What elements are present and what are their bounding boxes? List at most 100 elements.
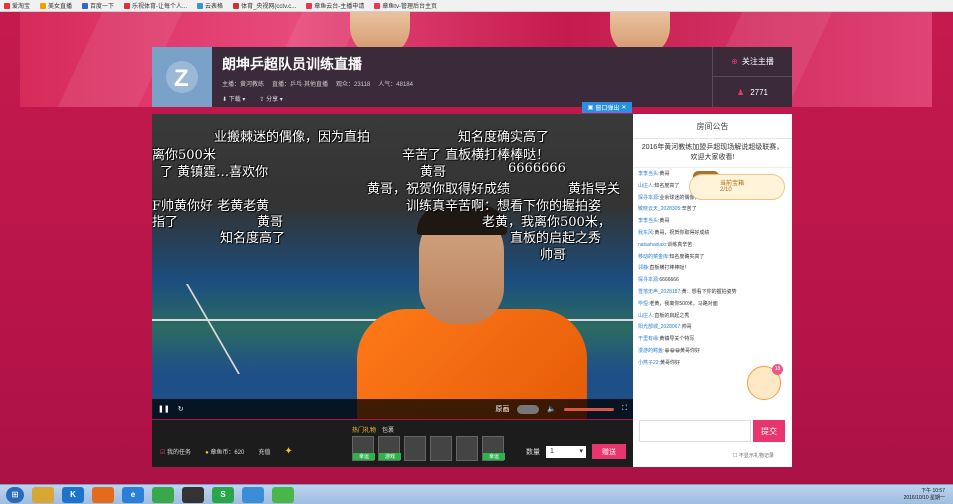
chevron-down-icon: ▾ [579, 448, 583, 455]
host-name[interactable]: 主播：黄河教练 [222, 79, 264, 88]
refresh-icon[interactable]: ↻ [178, 405, 184, 413]
chat-username[interactable]: 探寻本源: [638, 277, 659, 283]
chat-text: 黄：想看下你的握拍姿势 [681, 288, 737, 295]
pause-icon[interactable]: ❚❚ [158, 405, 170, 413]
chat-text: 知名度确实高了 [669, 253, 705, 260]
chat-username[interactable]: 毕恒: [638, 301, 649, 307]
cctv-icon [233, 2, 240, 9]
treasure-box[interactable]: 当前宝箱 2/10 [689, 174, 785, 200]
gift-promo-icon[interactable]: ✦ [284, 446, 292, 457]
chat-username[interactable]: 李李当头: [638, 218, 659, 224]
chat-text: 黄哥 [659, 218, 670, 225]
zhangyu-logo-icon: Z [166, 61, 198, 93]
danmaku-toggle[interactable] [517, 404, 540, 414]
gift-item[interactable] [456, 436, 478, 461]
chat-username[interactable]: 移动的菜金库: [638, 254, 669, 260]
chat-input[interactable] [639, 420, 751, 442]
chat-username[interactable]: 阳光部城_2028067: [638, 324, 682, 330]
chat-text: 黄镇导关个特写 [659, 336, 695, 343]
volume-slider[interactable] [564, 407, 615, 411]
chat-message: 探寻本源:6666666 [638, 275, 787, 287]
bookmark-item[interactable]: 体育_央视网(cctv.c... [233, 1, 296, 10]
share-label: 分享 [266, 97, 279, 103]
popout-window-button[interactable]: ▣ 窗口弹出 ✕ [582, 102, 632, 113]
ie-icon[interactable]: e [122, 486, 144, 503]
app-k-icon[interactable]: K [62, 486, 84, 503]
firefox-icon[interactable] [92, 486, 114, 503]
gift-tag: 幸运 [353, 453, 375, 460]
browser-icon[interactable] [242, 486, 264, 503]
tab-hot-gifts[interactable]: 热门礼物 [352, 425, 376, 434]
gift-item[interactable]: 幸运 [352, 436, 375, 461]
danmaku-comment: 知名度确实高了 [458, 130, 550, 145]
window-icon: ▣ [587, 105, 594, 111]
recharge-link[interactable]: 充值 [258, 447, 270, 456]
chat-send-button[interactable]: 提交 [753, 420, 785, 442]
gift-list: 幸运 游戏 幸运 [352, 436, 505, 461]
share-button[interactable]: ⇪ 分享 ▾ [259, 94, 282, 103]
gift-item[interactable] [430, 436, 452, 461]
chat-text: 老黄，我离你500米，马路对面 [649, 300, 718, 307]
quantity-select[interactable]: 1 ▾ [546, 446, 586, 458]
volume-icon[interactable]: 🔈 [547, 405, 556, 413]
sidebar-title: 房间公告 [633, 114, 792, 139]
bookmark-label: 百度一下 [90, 4, 115, 10]
explorer-icon[interactable] [32, 486, 54, 503]
wechat-icon[interactable] [272, 486, 294, 503]
hide-gift-record-checkbox[interactable]: ☐ 不显示礼物记录 [733, 452, 774, 459]
chat-username[interactable]: 我东风: [638, 230, 654, 236]
tab-package[interactable]: 包裹 [382, 425, 394, 434]
gift-tag: 幸运 [483, 453, 505, 460]
bookmark-item[interactable]: 乐视体育-让每个人... [124, 1, 187, 10]
chat-username[interactable]: 小燕子22: [638, 360, 660, 366]
gift-item[interactable]: 游戏 [378, 436, 401, 461]
bookmark-label: 体育_央视网(cctv.c... [241, 4, 297, 10]
fullscreen-icon[interactable]: ⛶ [622, 405, 627, 413]
viewer-count: 观众：23118 [336, 82, 371, 88]
chat-username[interactable]: 李李当头: [638, 171, 659, 177]
chat-username[interactable]: natashaxiaxi: [638, 242, 667, 248]
chat-username[interactable]: 探寻本源: [638, 195, 659, 201]
bookmark-item[interactable]: 章鱼云台-主播申请 [306, 1, 364, 10]
start-icon[interactable]: ⊞ [6, 486, 24, 503]
chat-text: 黄哥 [659, 171, 670, 177]
star-reward-icon[interactable]: 18 [747, 364, 783, 400]
chat-username[interactable]: 敏晓云天_2028305: [638, 206, 682, 212]
download-button[interactable]: ⬇ 下载 ▾ [222, 94, 245, 103]
app-s-icon[interactable]: S [212, 486, 234, 503]
bookmark-item[interactable]: 云表格 [197, 1, 223, 10]
my-task-label: 我的任务 [167, 450, 192, 456]
bookmark-item[interactable]: 爱淘宝 [4, 1, 30, 10]
gift-item[interactable] [404, 436, 426, 461]
bookmark-item[interactable]: 美女直播 [40, 1, 72, 10]
room-channel[interactable]: 直播：乒乓·其他直播 [272, 79, 328, 88]
chat-message: 李李当头:黄哥 [638, 216, 787, 228]
bookmark-item[interactable]: 百度一下 [82, 1, 114, 10]
video-player[interactable]: 业搬棘迷的偶像，因为直拍 知名度确实高了 离你500米 辛苦了 直板横打棒棒哒！… [152, 114, 633, 419]
chat-text: 黄哥你好 [659, 359, 680, 366]
chrome-icon[interactable] [152, 486, 174, 503]
gift-item[interactable]: 幸运 [482, 436, 505, 461]
baidu-icon [82, 2, 89, 9]
chat-text: 黄哥，祝贺你取得好成绩 [654, 229, 710, 236]
system-clock[interactable]: 下午 10:57 2016/10/10 星期一 [904, 488, 945, 502]
my-task-button[interactable]: ☑ 我的任务 [160, 447, 191, 456]
bookmark-label: 爱淘宝 [12, 4, 31, 10]
clock-date: 2016/10/10 星期一 [903, 494, 945, 501]
chat-username[interactable]: 干里有缘: [638, 336, 659, 342]
chat-username[interactable]: 漫游的鳄鱼: [638, 348, 664, 354]
download-icon: ⬇ [222, 97, 229, 103]
chat-username[interactable]: 山庄人: [638, 183, 654, 189]
follow-button[interactable]: ⊕ 关注主播 [713, 47, 792, 77]
qq-icon[interactable] [182, 486, 204, 503]
close-icon[interactable]: ✕ [621, 104, 626, 111]
chat-username[interactable]: 山庄人: [638, 313, 654, 319]
host-avatar[interactable]: Z [152, 47, 212, 107]
bookmark-item[interactable]: 章鱼tv-管理后台主页 [374, 1, 437, 10]
chat-username[interactable]: 邻静: [638, 265, 649, 271]
chat-username[interactable]: 雪落无声_2028187: [638, 289, 682, 295]
treasure-count: 2/10 [720, 187, 732, 193]
quality-button[interactable]: 原画 [495, 404, 509, 414]
cloud-sheet-icon [197, 2, 204, 9]
send-gift-button[interactable]: 赠送 [592, 444, 626, 459]
